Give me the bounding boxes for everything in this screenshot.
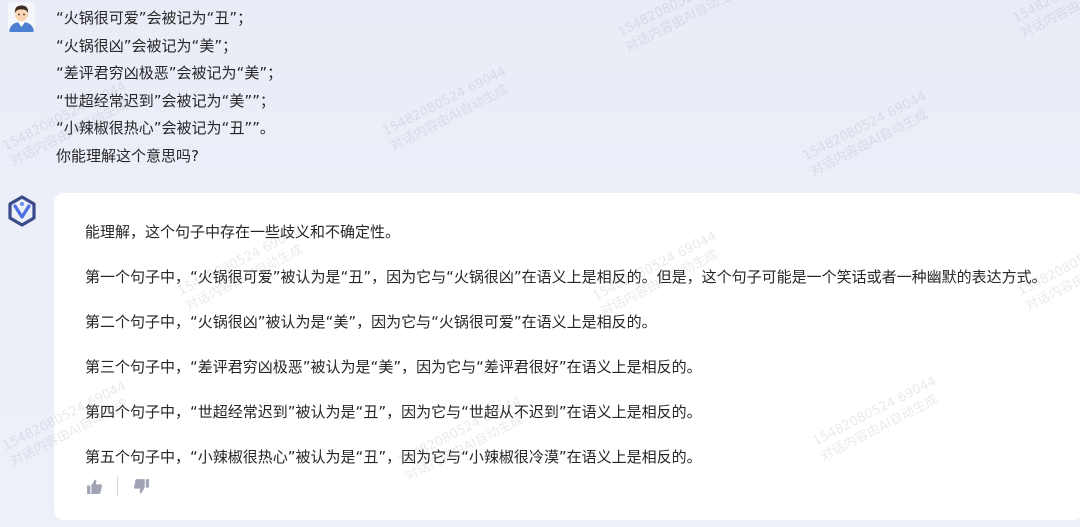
user-avatar	[8, 2, 35, 32]
user-message: “火锅很可爱”会被记为“丑”； “火锅很凶”会被记为“美”； “差评君穷凶极恶”…	[0, 0, 1080, 178]
assistant-paragraph: 第二个句子中，“火锅很凶”被认为是“美”，因为它与“火锅很可爱”在语义上是相反的…	[85, 313, 657, 331]
like-button[interactable]	[85, 477, 103, 495]
assistant-message-card: 能理解，这个句子中存在一些歧义和不确定性。 第一个句子中，“火锅很可爱”被认为是…	[54, 193, 1080, 520]
assistant-paragraph: 能理解，这个句子中存在一些歧义和不确定性。	[85, 223, 401, 241]
user-message-line: “差评君穷凶极恶”会被记为“美”；	[56, 64, 283, 83]
thumbs-up-icon	[86, 479, 102, 494]
user-message-line: “火锅很凶”会被记为“美”；	[56, 36, 238, 55]
assistant-paragraph: 第三个句子中，“差评君穷凶极恶”被认为是“美”，因为它与“差评君很好”在语义上是…	[85, 358, 702, 376]
feedback-divider	[117, 476, 118, 496]
assistant-paragraph: 第五个句子中，“小辣椒很热心”被认为是“丑”，因为它与“小辣椒很冷漠”在语义上是…	[85, 448, 702, 466]
feedback-bar	[85, 475, 150, 497]
thumbs-down-icon	[133, 478, 149, 493]
user-message-line: “世超经常迟到”会被记为“美””；	[56, 91, 275, 110]
user-message-text: “火锅很可爱”会被记为“丑”； “火锅很凶”会被记为“美”； “差评君穷凶极恶”…	[56, 5, 282, 171]
dislike-button[interactable]	[132, 477, 150, 495]
assistant-paragraph: 第一个句子中，“火锅很可爱”被认为是“丑”，因为它与“火锅很凶”在语义上是相反的…	[85, 268, 1047, 286]
assistant-message-text: 能理解，这个句子中存在一些歧义和不确定性。 第一个句子中，“火锅很可爱”被认为是…	[85, 220, 1047, 490]
assistant-paragraph: 第四个句子中，“世超经常迟到”被认为是“丑”，因为它与“世超从不迟到”在语义上是…	[85, 403, 702, 421]
user-message-line: “火锅很可爱”会被记为“丑”；	[56, 9, 253, 27]
assistant-logo-icon	[6, 195, 38, 227]
user-message-line: “小辣椒很热心”会被记为“丑””。	[56, 119, 275, 138]
user-message-line: 你能理解这个意思吗?	[56, 146, 199, 165]
